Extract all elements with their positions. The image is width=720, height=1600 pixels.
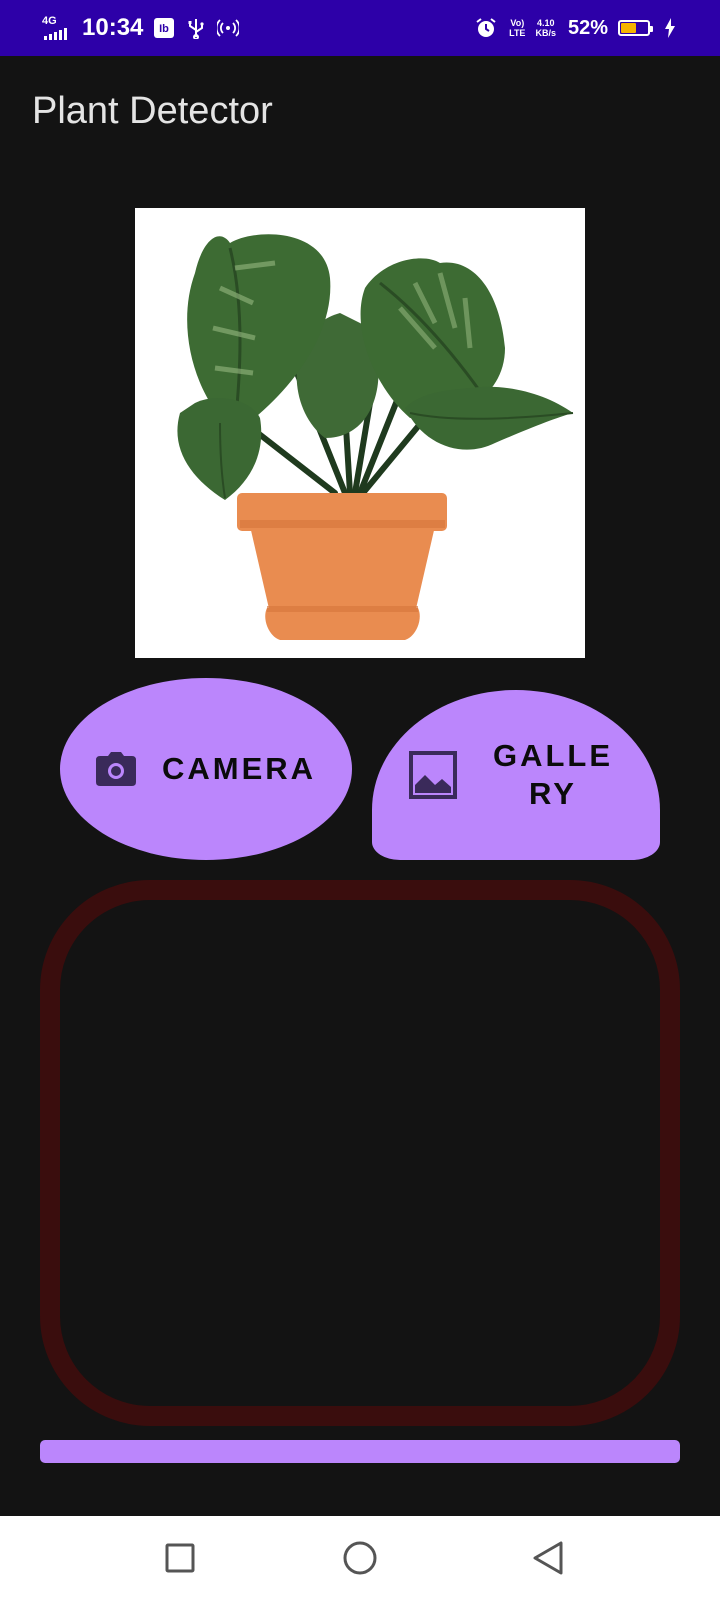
charging-icon — [665, 18, 675, 38]
status-bar: 4G 10:34 Ib Vo) LTE 4.10 KB/s 52% — [0, 0, 720, 56]
camera-icon — [95, 752, 136, 786]
usb-icon — [188, 19, 204, 39]
image-icon — [409, 751, 457, 799]
clock: 10:34 — [82, 14, 144, 41]
volte-indicator: Vo) LTE — [509, 18, 525, 38]
speed-unit: KB/s — [535, 28, 556, 38]
app-title: Plant Detector — [32, 90, 273, 132]
navigation-bar — [0, 1516, 720, 1600]
svg-text:Ib: Ib — [160, 23, 170, 35]
home-icon[interactable] — [342, 1540, 378, 1576]
signal-icon: 4G — [42, 14, 76, 42]
hotspot-icon — [217, 19, 240, 37]
volte-line1: Vo) — [510, 18, 525, 28]
back-icon[interactable] — [530, 1540, 566, 1576]
network-type: 4G — [42, 15, 57, 27]
gallery-button[interactable]: GALLERY — [372, 690, 660, 860]
gallery-button-label: GALLERY — [492, 738, 614, 811]
progress-bar — [40, 1440, 680, 1463]
recent-apps-icon[interactable] — [162, 1540, 198, 1576]
battery-icon — [618, 20, 653, 36]
alarm-icon — [476, 18, 496, 37]
usb-debug-icon: Ib — [154, 18, 175, 38]
result-panel — [40, 880, 680, 1426]
volte-line2: LTE — [509, 28, 526, 38]
camera-button[interactable]: CAMERA — [60, 678, 352, 860]
battery-percent: 52% — [567, 16, 608, 39]
camera-button-label: CAMERA — [161, 751, 317, 786]
network-speed: 4.10 KB/s — [535, 18, 556, 38]
potted-plant-image — [135, 208, 585, 658]
speed-value: 4.10 — [536, 18, 555, 28]
